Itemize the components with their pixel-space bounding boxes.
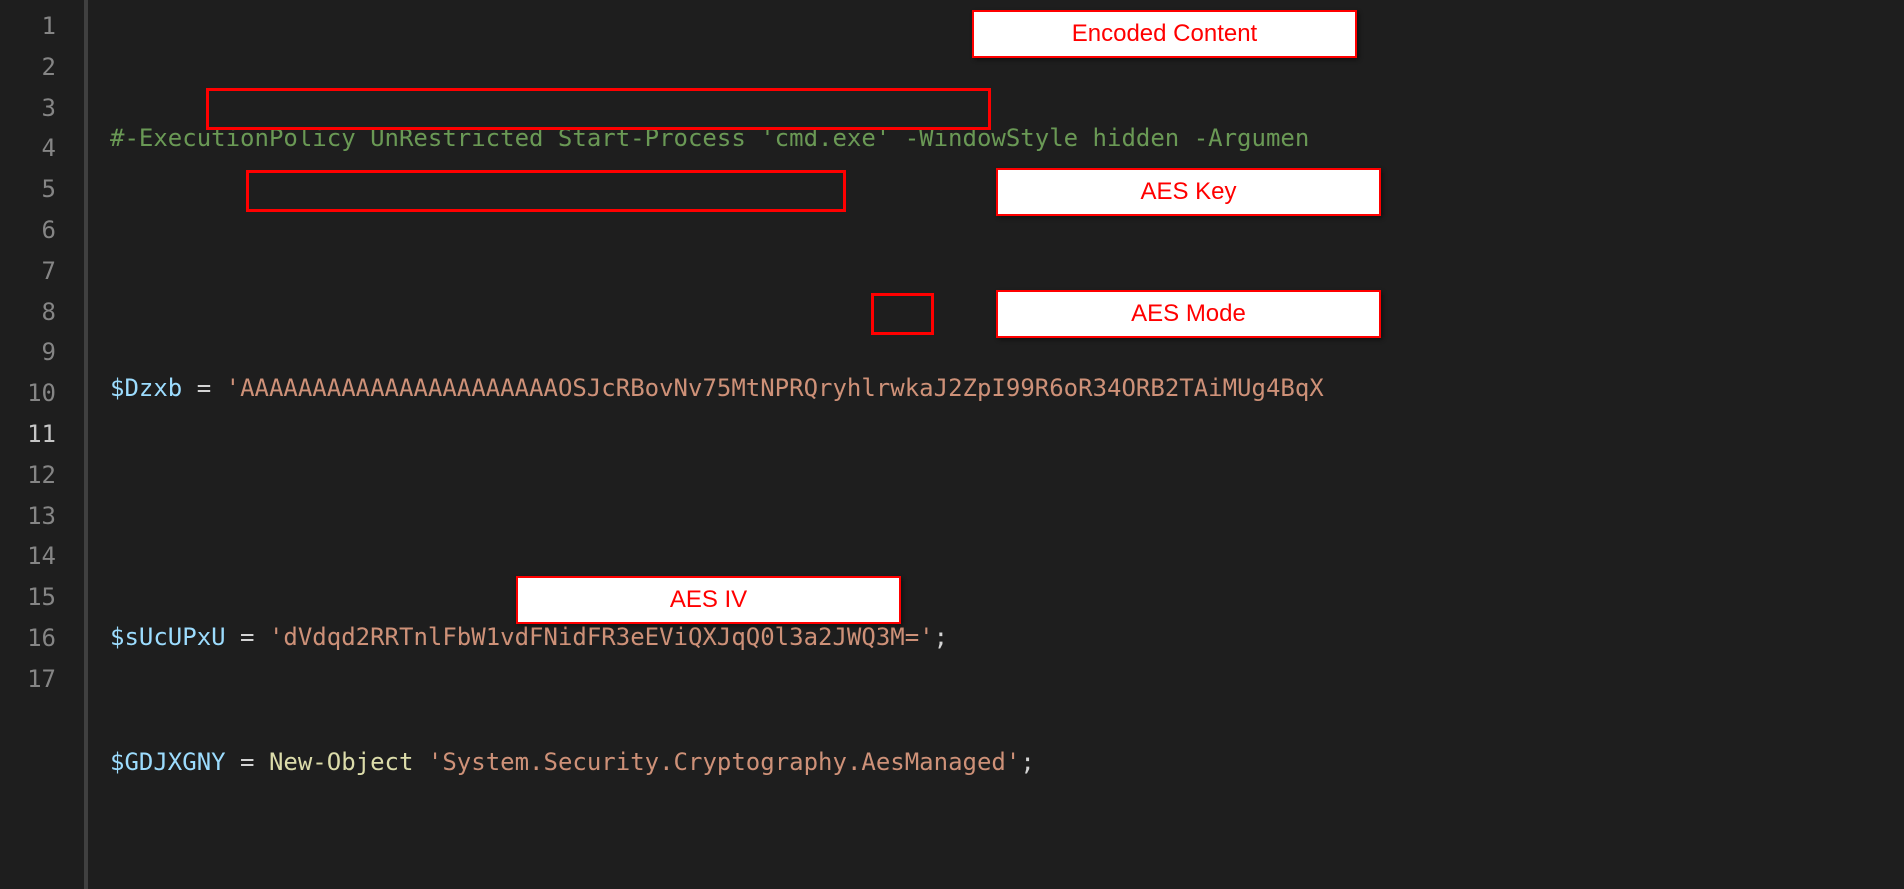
- callout-aes-iv: AES IV: [516, 576, 901, 624]
- line-number: 13: [0, 496, 84, 537]
- semicolon: ;: [1020, 748, 1034, 776]
- variable: $GDJXGNY: [110, 748, 226, 776]
- line-number: 10: [0, 373, 84, 414]
- highlight-aes-mode: [871, 293, 934, 335]
- space: [413, 748, 427, 776]
- line-number-gutter: 1 2 3 4 5 6 7 8 9 10 11 12 13 14 15 16 1…: [0, 0, 88, 889]
- code-line[interactable]: $Dzxb = 'AAAAAAAAAAAAAAAAAAAAAAOSJcRBovN…: [110, 368, 1904, 409]
- line-number: 9: [0, 332, 84, 373]
- operator: =: [182, 374, 225, 402]
- operator: =: [226, 748, 269, 776]
- line-number: 8: [0, 292, 84, 333]
- operator: =: [226, 623, 269, 651]
- line-number: 6: [0, 210, 84, 251]
- cmdlet: New-Object: [269, 748, 414, 776]
- line-number: 14: [0, 536, 84, 577]
- string-quote: ': [919, 623, 933, 651]
- string-literal: dVdqd2RRTnlFbW1vdFNidFR3eEViQXJqQ0l3a2JW…: [283, 623, 919, 651]
- callout-encoded-content: Encoded Content: [972, 10, 1357, 58]
- code-line[interactable]: $sUcUPxU = 'dVdqd2RRTnlFbW1vdFNidFR3eEVi…: [110, 617, 1904, 658]
- variable: $Dzxb: [110, 374, 182, 402]
- line-number: 5: [0, 169, 84, 210]
- variable: $sUcUPxU: [110, 623, 226, 651]
- callout-aes-key: AES Key: [996, 168, 1381, 216]
- highlight-aes-key: [246, 170, 846, 212]
- string-quote: ': [1006, 748, 1020, 776]
- string-literal: System.Security.Cryptography.AesManaged: [442, 748, 1006, 776]
- code-line-blank[interactable]: [110, 492, 1904, 533]
- line-number: 3: [0, 88, 84, 129]
- line-number: 12: [0, 455, 84, 496]
- line-number-active: 11: [0, 414, 84, 455]
- string-quote: ': [269, 623, 283, 651]
- line-number: 4: [0, 128, 84, 169]
- code-line-blank[interactable]: [110, 243, 1904, 284]
- code-line[interactable]: #-ExecutionPolicy UnRestricted Start-Pro…: [110, 118, 1904, 159]
- code-line[interactable]: $GDJXGNY = New-Object 'System.Security.C…: [110, 742, 1904, 783]
- line-number: 16: [0, 618, 84, 659]
- line-number: 17: [0, 659, 84, 700]
- callout-aes-mode: AES Mode: [996, 290, 1381, 338]
- semicolon: ;: [934, 623, 948, 651]
- line-number: 1: [0, 6, 84, 47]
- code-line-blank[interactable]: [110, 867, 1904, 889]
- string-literal: AAAAAAAAAAAAAAAAAAAAAAOSJcRBovNv75MtNPRQ…: [240, 374, 1324, 402]
- line-number: 15: [0, 577, 84, 618]
- string-quote: ': [428, 748, 442, 776]
- line-number: 2: [0, 47, 84, 88]
- string-quote: ': [226, 374, 240, 402]
- code-editor: 1 2 3 4 5 6 7 8 9 10 11 12 13 14 15 16 1…: [0, 0, 1904, 889]
- comment-text: #-ExecutionPolicy UnRestricted Start-Pro…: [110, 124, 1309, 152]
- code-area[interactable]: #-ExecutionPolicy UnRestricted Start-Pro…: [88, 0, 1904, 889]
- line-number: 7: [0, 251, 84, 292]
